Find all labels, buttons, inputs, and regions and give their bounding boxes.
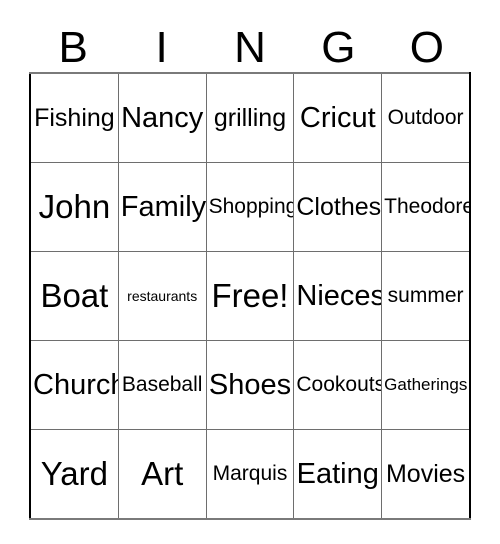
bingo-cell-label: Movies: [385, 459, 466, 488]
bingo-cell-label: Theodore: [384, 194, 470, 218]
bingo-cell-label: Clothes: [296, 192, 382, 221]
bingo-cell[interactable]: Outdoor: [381, 73, 470, 163]
bingo-cell[interactable]: John: [30, 162, 119, 252]
bingo-cell-label: John: [38, 187, 111, 225]
bingo-cell-label: Outdoor: [387, 105, 464, 129]
bingo-cell-label: Nancy: [121, 101, 204, 134]
bingo-cell[interactable]: Shopping: [206, 162, 295, 252]
bingo-cell-label: Fishing: [34, 103, 115, 132]
bingo-cell[interactable]: Cookouts: [293, 340, 383, 430]
bingo-cell-label: Shopping: [208, 194, 294, 218]
bingo-cell[interactable]: Theodore: [381, 162, 470, 252]
bingo-header-letter: O: [409, 23, 444, 72]
bingo-row: Church Baseball Shoes Cookouts Gathering…: [30, 340, 470, 430]
bingo-card: B I N G O Fishing Nancy grilling Cricut …: [29, 12, 471, 520]
bingo-header-cell-b: B: [29, 12, 117, 72]
bingo-cell-label: Yard: [40, 454, 109, 492]
bingo-cell-label: Gatherings: [384, 375, 468, 395]
bingo-row: John Family Shopping Clothes Theodore: [30, 162, 470, 252]
bingo-header-letter: G: [321, 23, 356, 72]
bingo-cell[interactable]: Nieces: [293, 251, 383, 341]
bingo-cell[interactable]: Cricut: [293, 73, 383, 163]
bingo-cell-label: Marquis: [212, 461, 288, 485]
bingo-header-letter: N: [234, 23, 266, 72]
bingo-cell-label: Church: [33, 368, 119, 401]
bingo-header-cell-g: G: [294, 12, 382, 72]
bingo-cell[interactable]: Nancy: [118, 73, 207, 163]
bingo-cell[interactable]: grilling: [206, 73, 295, 163]
bingo-header-letter: I: [155, 23, 168, 72]
bingo-cell[interactable]: Clothes: [293, 162, 383, 252]
bingo-cell-label: Art: [141, 454, 184, 492]
bingo-row: Boat restaurants Free! Nieces summer: [30, 251, 470, 341]
bingo-cell[interactable]: Art: [118, 429, 207, 519]
bingo-row: Fishing Nancy grilling Cricut Outdoor: [30, 73, 470, 163]
bingo-cell[interactable]: Eating: [293, 429, 383, 519]
bingo-cell[interactable]: restaurants: [118, 251, 207, 341]
bingo-cell-label: Cookouts: [296, 372, 382, 396]
bingo-free-space[interactable]: Free!: [206, 251, 295, 341]
bingo-cell[interactable]: Yard: [30, 429, 119, 519]
bingo-cell[interactable]: Boat: [30, 251, 119, 341]
bingo-cell-label: Family: [120, 190, 207, 223]
bingo-header-cell-o: O: [383, 12, 471, 72]
bingo-grid: Fishing Nancy grilling Cricut Outdoor Jo…: [29, 72, 471, 520]
bingo-header-cell-n: N: [206, 12, 294, 72]
bingo-cell-label: Baseball: [121, 372, 203, 396]
bingo-cell[interactable]: Gatherings: [381, 340, 470, 430]
bingo-cell-label: Cricut: [299, 101, 376, 134]
bingo-cell-label: Eating: [296, 457, 379, 490]
bingo-cell[interactable]: Fishing: [30, 73, 119, 163]
bingo-cell-label: restaurants: [127, 287, 198, 304]
bingo-cell-label: Nieces: [296, 279, 382, 312]
bingo-header-letter: B: [58, 23, 88, 72]
bingo-cell-label: Boat: [40, 276, 109, 314]
bingo-cell[interactable]: Movies: [381, 429, 470, 519]
bingo-cell[interactable]: Church: [30, 340, 119, 430]
bingo-cell[interactable]: Marquis: [206, 429, 295, 519]
bingo-cell[interactable]: Shoes: [206, 340, 295, 430]
bingo-row: Yard Art Marquis Eating Movies: [30, 429, 470, 519]
bingo-header-row: B I N G O: [29, 12, 471, 72]
bingo-header-cell-i: I: [117, 12, 205, 72]
bingo-cell[interactable]: Family: [118, 162, 207, 252]
bingo-cell-label: grilling: [213, 103, 287, 132]
bingo-free-space-label: Free!: [211, 276, 289, 314]
bingo-cell[interactable]: Baseball: [118, 340, 207, 430]
bingo-cell[interactable]: summer: [381, 251, 470, 341]
bingo-cell-label: summer: [387, 283, 464, 307]
bingo-cell-label: Shoes: [208, 368, 292, 401]
